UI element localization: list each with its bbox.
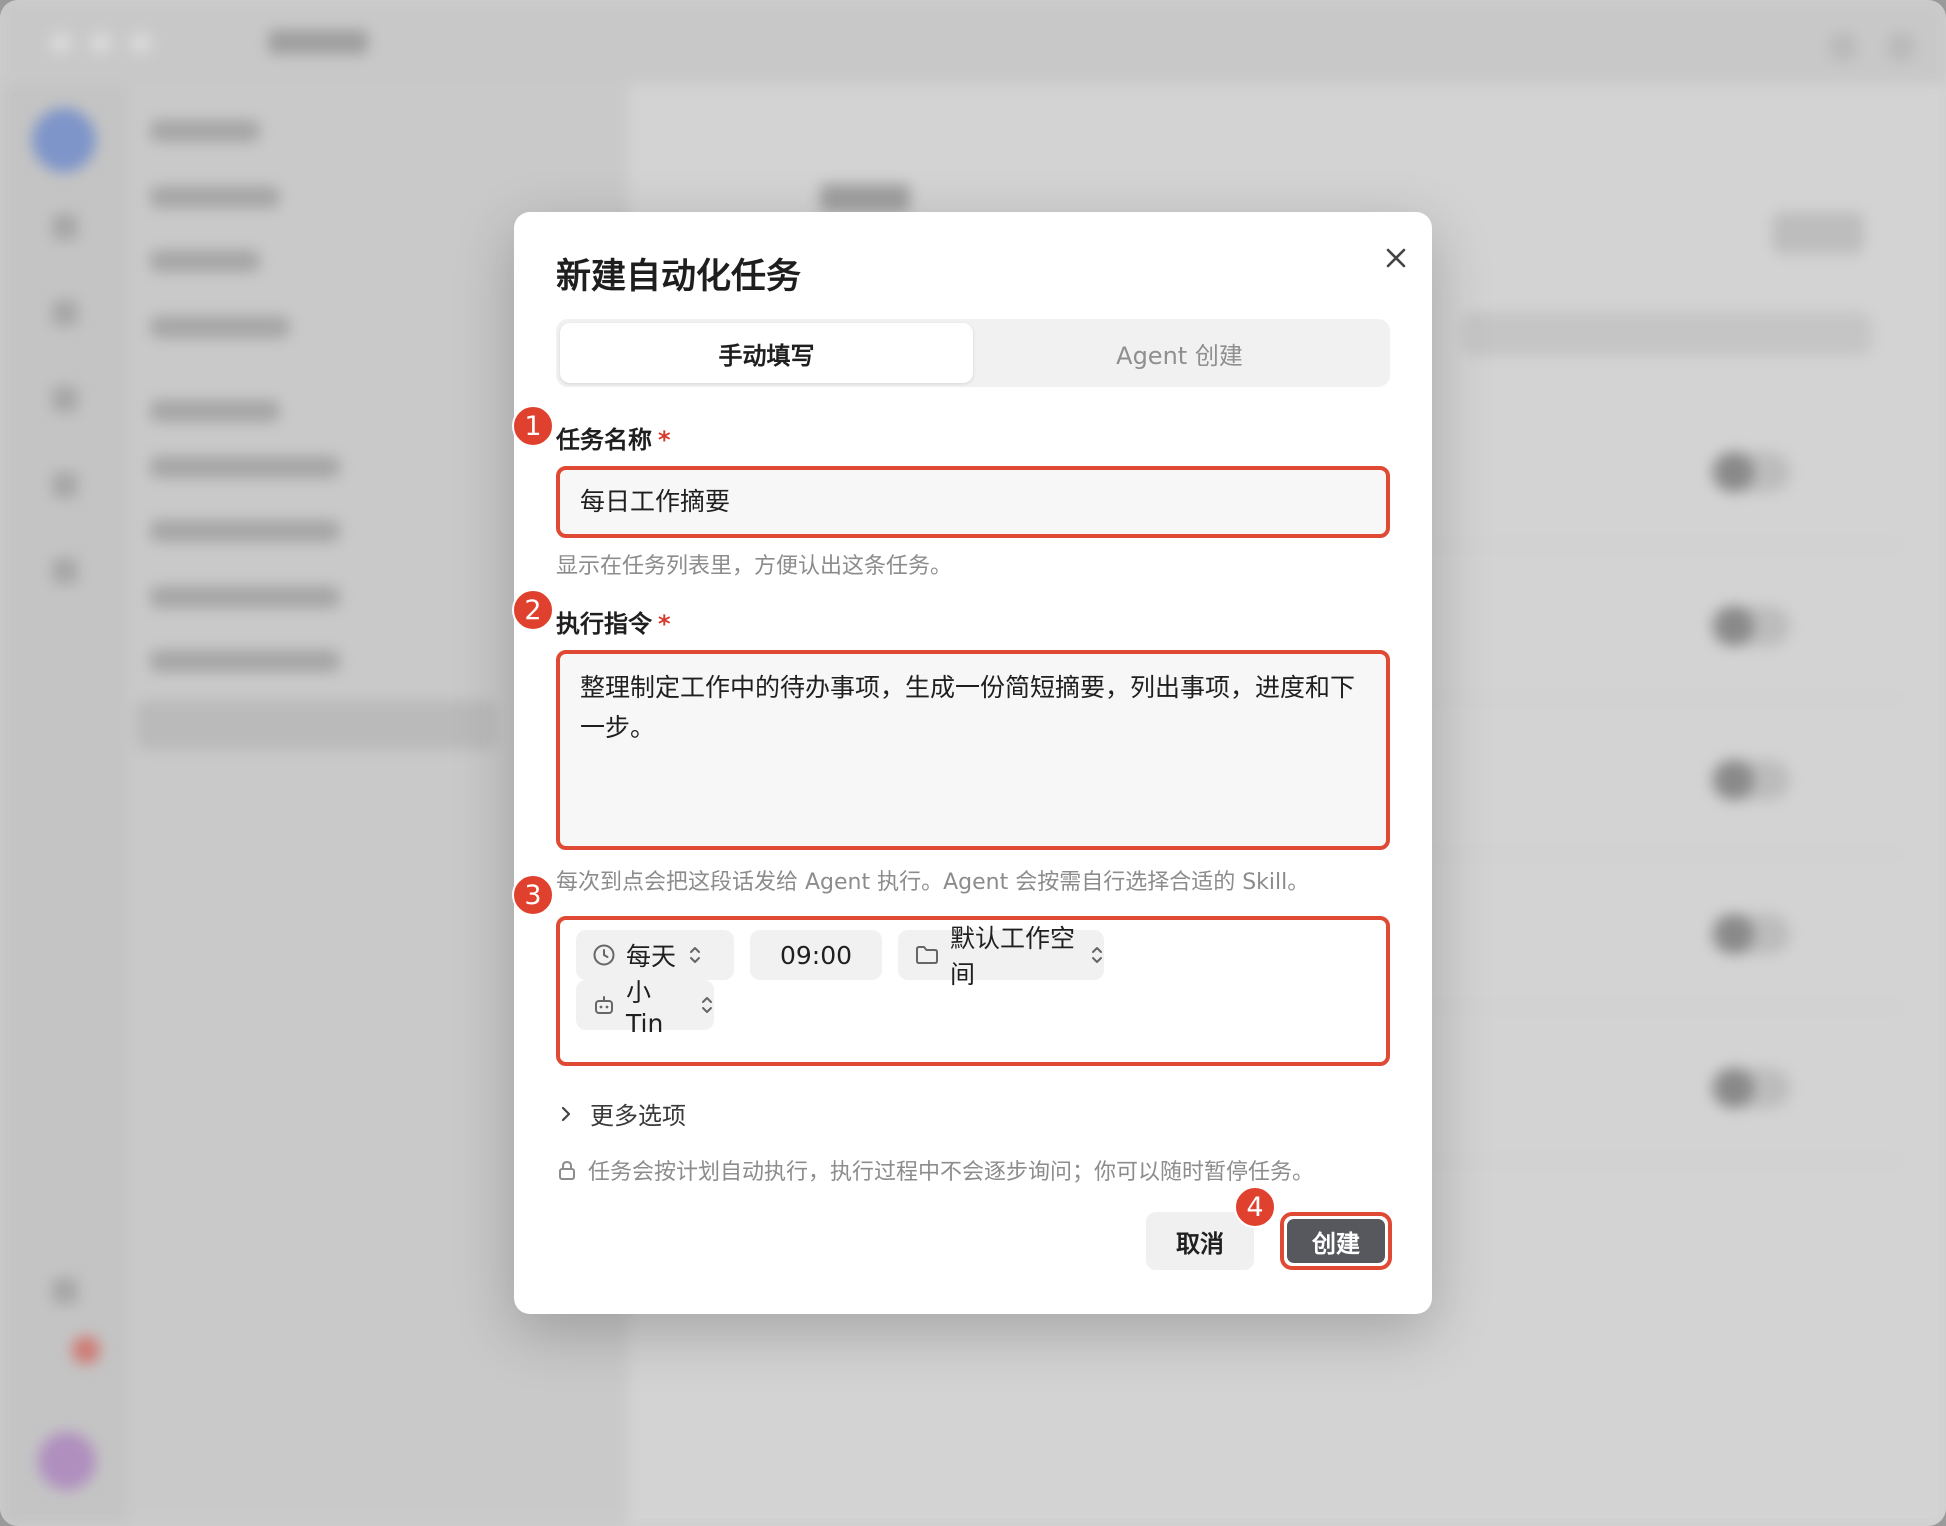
- tab-manual[interactable]: 手动填写: [560, 323, 973, 383]
- window-title-placeholder: [268, 30, 368, 54]
- main-heading: [820, 184, 910, 212]
- close-button[interactable]: [1376, 238, 1416, 278]
- sidebar-item[interactable]: [150, 586, 340, 608]
- clock-icon: [593, 944, 615, 966]
- instruction-textarea[interactable]: 整理制定工作中的待办事项，生成一份简短摘要，列出事项，进度和下一步。: [556, 650, 1390, 850]
- execution-notice: 任务会按计划自动执行，执行过程中不会逐步询问；你可以随时暂停任务。: [556, 1154, 1314, 1186]
- toggle-knob: [1714, 452, 1754, 492]
- sidebar-item[interactable]: [150, 186, 280, 208]
- sidebar-item[interactable]: [150, 456, 340, 478]
- sidebar-item[interactable]: [150, 316, 290, 338]
- create-button-highlight: 创建: [1280, 1212, 1392, 1270]
- required-mark: *: [658, 610, 671, 638]
- instruction-label-text: 执行指令: [556, 610, 652, 638]
- execution-notice-text: 任务会按计划自动执行，执行过程中不会逐步询问；你可以随时暂停任务。: [588, 1160, 1315, 1185]
- create-button[interactable]: 创建: [1287, 1219, 1385, 1263]
- toggle-knob: [1714, 914, 1754, 954]
- dialog-title: 新建自动化任务: [556, 257, 802, 297]
- annotation-badge-4: 4: [1234, 1186, 1276, 1228]
- mode-tabs: 手动填写 Agent 创建: [556, 319, 1390, 387]
- rail-icon[interactable]: [52, 300, 78, 326]
- tab-agent-create[interactable]: Agent 创建: [973, 323, 1386, 383]
- window-close-dot[interactable]: [50, 32, 72, 54]
- rail-icon[interactable]: [52, 558, 78, 584]
- cancel-button[interactable]: 取消: [1146, 1212, 1254, 1270]
- user-avatar[interactable]: [38, 1432, 96, 1490]
- toggle-knob: [1714, 1068, 1754, 1108]
- rail-icon[interactable]: [52, 1278, 78, 1304]
- lock-icon: [559, 1160, 575, 1180]
- task-name-label: 任务名称 *: [556, 420, 671, 455]
- window-minimize-dot[interactable]: [90, 32, 112, 54]
- task-name-hint: 显示在任务列表里，方便认出这条任务。: [556, 554, 953, 579]
- annotation-badge-1: 1: [512, 405, 554, 447]
- schedule-options: 每天 09:00 默认工作空间 小Tin: [556, 916, 1390, 1066]
- chevron-right-icon: [561, 1106, 571, 1121]
- chevron-up-down-icon: [690, 947, 701, 963]
- chevron-up-down-icon: [1092, 947, 1102, 963]
- instruction-label: 执行指令 *: [556, 604, 671, 639]
- rail-icon[interactable]: [52, 472, 78, 498]
- window-action-button[interactable]: [1888, 34, 1914, 60]
- annotation-badge-3: 3: [512, 874, 554, 916]
- toggle-knob: [1714, 606, 1754, 646]
- more-options-toggle[interactable]: 更多选项: [556, 1096, 686, 1131]
- main-search[interactable]: [1462, 312, 1872, 356]
- notification-badge: [72, 1336, 100, 1364]
- instruction-hint: 每次到点会把这段话发给 Agent 执行。Agent 会按需自行选择合适的 Sk…: [556, 870, 1310, 895]
- time-value: 09:00: [779, 940, 853, 970]
- toggle-knob: [1714, 760, 1754, 800]
- workspace-value: 默认工作空间: [950, 924, 1076, 989]
- rail-icon[interactable]: [52, 214, 78, 240]
- task-name-label-text: 任务名称: [556, 426, 652, 454]
- window-zoom-dot[interactable]: [130, 32, 152, 54]
- workspace-select[interactable]: 默认工作空间: [898, 924, 1104, 989]
- agent-value: 小Tin: [626, 977, 664, 1038]
- chevron-up-down-icon: [702, 997, 712, 1013]
- sidebar-item-active[interactable]: [136, 700, 496, 750]
- more-options-label: 更多选项: [590, 1102, 686, 1130]
- sidebar-item[interactable]: [150, 250, 260, 272]
- agent-select[interactable]: 小Tin: [576, 978, 714, 1038]
- sidebar-item[interactable]: [150, 650, 340, 672]
- time-select[interactable]: 09:00: [750, 930, 882, 980]
- app-window: 新建自动化任务 手动填写 Agent 创建 任务名称 * 每日工作摘要 显示在任务…: [0, 0, 1946, 1526]
- robot-icon: [595, 996, 613, 1014]
- close-icon: [1386, 248, 1406, 268]
- sidebar-item[interactable]: [150, 120, 260, 142]
- required-mark: *: [658, 426, 671, 454]
- rail-icon[interactable]: [52, 386, 78, 412]
- main-action-button[interactable]: [1772, 212, 1864, 254]
- new-automation-dialog: 新建自动化任务 手动填写 Agent 创建 任务名称 * 每日工作摘要 显示在任务…: [512, 212, 1432, 1314]
- annotation-badge-2: 2: [512, 589, 554, 631]
- sidebar-item[interactable]: [150, 520, 340, 542]
- task-name-input[interactable]: 每日工作摘要: [556, 466, 1390, 538]
- folder-icon: [916, 946, 938, 964]
- sidebar-section-header: [150, 400, 280, 422]
- workspace-avatar[interactable]: [32, 108, 96, 172]
- frequency-value: 每天: [626, 942, 677, 971]
- window-action-button[interactable]: [1830, 34, 1856, 60]
